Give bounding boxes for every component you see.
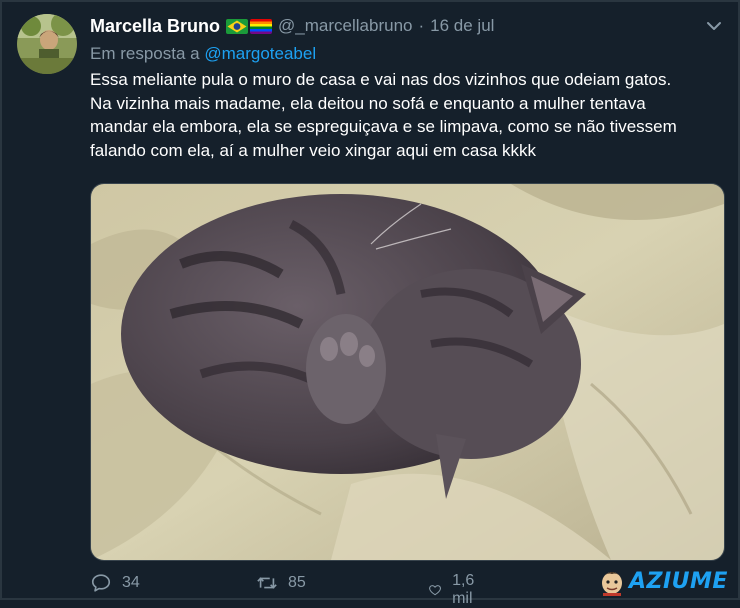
- author-name[interactable]: Marcella Bruno: [90, 16, 220, 37]
- like-count: 1,6 mil: [452, 572, 475, 607]
- retweet-count: 85: [288, 574, 306, 591]
- reply-count: 34: [122, 574, 140, 591]
- rainbow-flag-icon: [250, 18, 273, 34]
- retweet-button[interactable]: 85: [256, 572, 306, 594]
- tweet-text-line: Na vizinha mais madame, ela deitou no so…: [90, 93, 646, 113]
- reply-prefix: Em resposta a: [90, 44, 200, 63]
- watermark-text: AZIUME: [629, 568, 728, 594]
- avatar[interactable]: [17, 14, 77, 74]
- tweet-text: Essa meliante pula o muro de casa e vai …: [90, 68, 730, 162]
- like-button[interactable]: 1,6 mil: [428, 572, 482, 608]
- tweet-text-line: Essa meliante pula o muro de casa e vai …: [90, 70, 672, 89]
- reply-icon: [91, 574, 111, 592]
- author-handle[interactable]: @_marcellabruno: [278, 16, 412, 36]
- reply-mention-link[interactable]: @margoteabel: [204, 44, 316, 63]
- brazil-flag-icon: [226, 18, 249, 34]
- heart-icon: [429, 585, 441, 596]
- watermark-logo: AZIUME: [597, 565, 728, 597]
- retweet-icon: [257, 577, 277, 589]
- tweet-text-line: mandar ela embora, ela se espreguiçava e…: [90, 117, 677, 136]
- tweet-header: Marcella Bruno @_marcellabruno · 16 de j…: [90, 13, 494, 39]
- mascot-face-icon: [602, 572, 622, 596]
- tweet-text-line: falando com ela, aí a mulher veio xingar…: [90, 140, 537, 160]
- tweet-date[interactable]: 16 de jul: [430, 16, 494, 36]
- reply-button[interactable]: 34: [90, 572, 140, 594]
- tweet-media-image[interactable]: [90, 183, 725, 561]
- separator-dot: ·: [418, 16, 425, 35]
- flag-emojis: [226, 18, 273, 34]
- reply-context: Em resposta a @margoteabel: [90, 44, 316, 64]
- chevron-down-icon[interactable]: [706, 19, 722, 31]
